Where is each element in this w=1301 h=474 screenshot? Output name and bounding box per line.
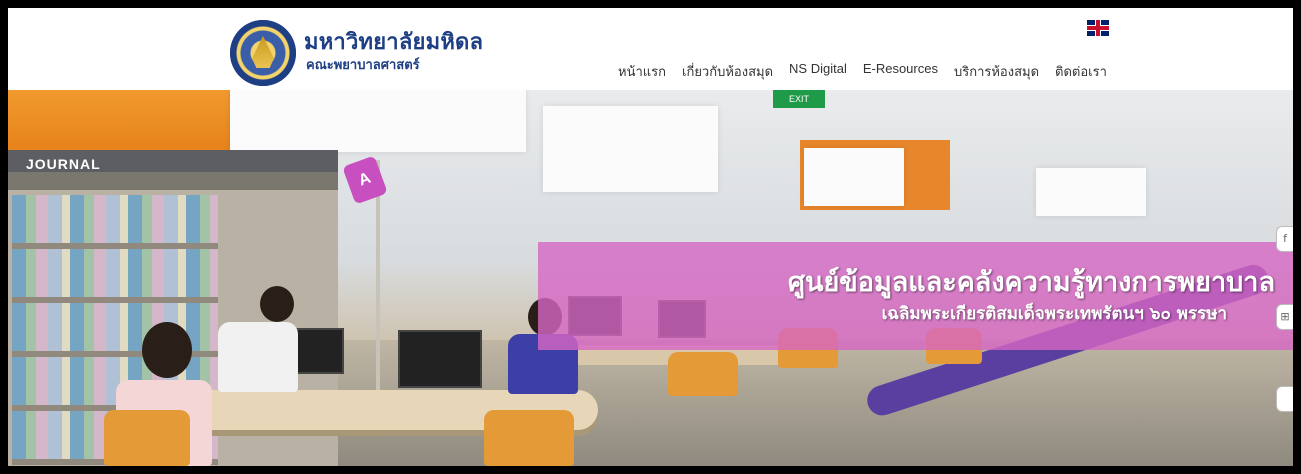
nav-item-ns-digital[interactable]: NS Digital	[781, 61, 855, 82]
apple-side-icon[interactable]	[1276, 386, 1293, 412]
orange-chair	[484, 410, 574, 466]
ceiling-light-panel	[804, 148, 904, 206]
uk-flag-icon[interactable]	[1087, 20, 1109, 36]
nav-item-home[interactable]: หน้าแรก	[610, 61, 674, 82]
student-figure	[142, 322, 192, 378]
ceiling-light-panel	[1036, 168, 1146, 216]
student-figure	[218, 322, 298, 392]
nav-item-library-services[interactable]: บริการห้องสมุด	[946, 61, 1047, 82]
student-figure	[260, 286, 294, 322]
orange-chair	[668, 352, 738, 396]
journal-sign: JOURNAL	[26, 156, 101, 172]
hero-caption-title: ศูนย์ข้อมูลและคลังความรู้ทางการพยาบาล	[787, 267, 1275, 298]
university-seal-logo[interactable]	[230, 20, 296, 86]
section-a-sign: A	[342, 155, 388, 205]
brand-subtitle[interactable]: คณะพยาบาลศาสตร์	[306, 54, 420, 75]
site-header: มหาวิทยาลัยมหิดล คณะพยาบาลศาสตร์ หน้าแรก…	[8, 8, 1293, 90]
windows-side-icon[interactable]: ⊞	[1276, 304, 1293, 330]
computer-monitor	[398, 330, 482, 388]
hero-caption-banner: ศูนย์ข้อมูลและคลังความรู้ทางการพยาบาล เฉ…	[538, 242, 1293, 350]
browser-viewport: มหาวิทยาลัยมหิดล คณะพยาบาลศาสตร์ หน้าแรก…	[8, 8, 1293, 466]
ceiling-light-panel	[543, 106, 718, 192]
nav-item-e-resources[interactable]: E-Resources	[855, 61, 946, 82]
hero-banner-image: EXIT JOURNAL A ศูนย์ข้อมูลและคลังความรู้…	[8, 90, 1293, 466]
orange-chair	[104, 410, 190, 466]
nav-item-contact[interactable]: ติดต่อเรา	[1047, 61, 1115, 82]
facebook-side-icon[interactable]: f	[1276, 226, 1293, 252]
seal-emblem-icon	[252, 36, 274, 68]
main-nav: หน้าแรก เกี่ยวกับห้องสมุด NS Digital E-R…	[610, 61, 1115, 82]
ceiling-light-panel	[230, 90, 526, 152]
hero-caption-subtitle: เฉลิมพระเกียรติสมเด็จพระเทพรัตนฯ ๖๐ พรรษ…	[881, 304, 1227, 324]
exit-sign: EXIT	[773, 90, 825, 108]
nav-item-about-library[interactable]: เกี่ยวกับห้องสมุด	[674, 61, 781, 82]
